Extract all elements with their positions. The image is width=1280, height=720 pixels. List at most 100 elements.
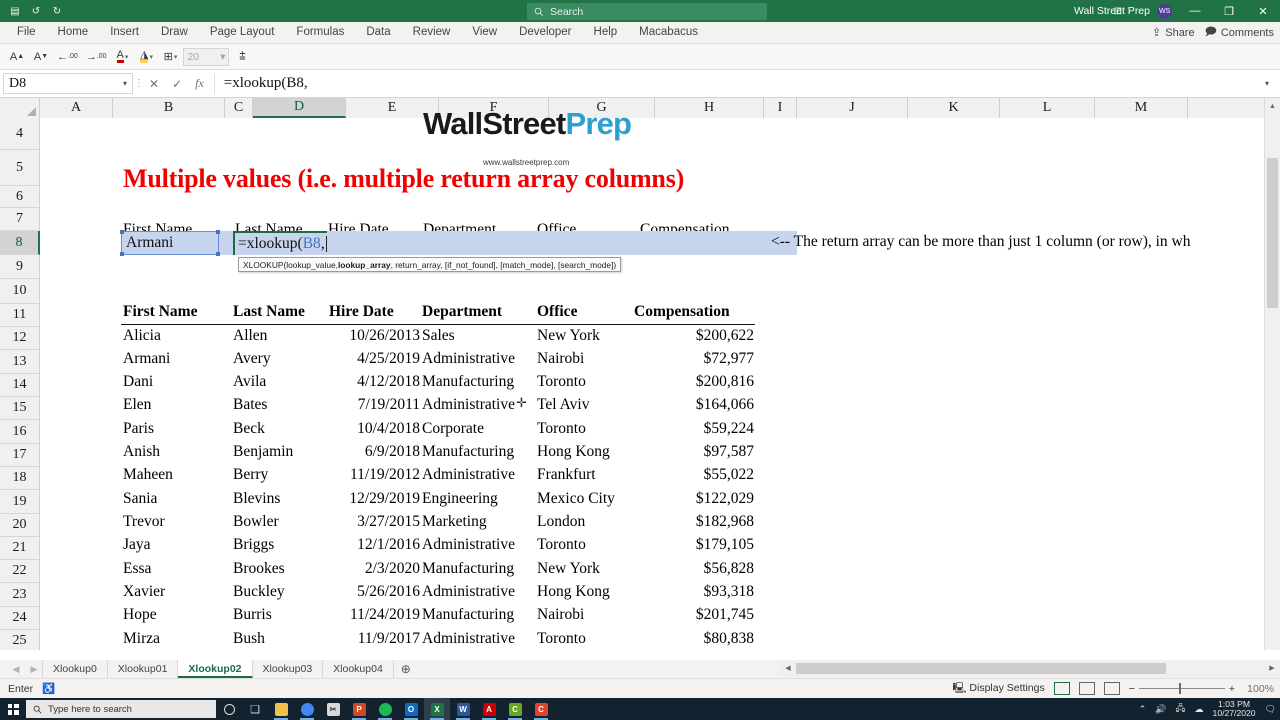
ribbon-tab-home[interactable]: Home: [47, 24, 100, 41]
next-sheet-icon[interactable]: ▶: [26, 664, 42, 675]
row-header-14[interactable]: 14: [0, 374, 40, 397]
column-header-h[interactable]: H: [655, 98, 764, 118]
row-header-20[interactable]: 20: [0, 514, 40, 537]
avatar[interactable]: WS: [1157, 3, 1172, 19]
page-break-view-button[interactable]: [1103, 682, 1120, 695]
restore-button[interactable]: ❐: [1212, 0, 1246, 22]
save-icon[interactable]: ▤: [8, 4, 22, 18]
spotify-icon[interactable]: [372, 698, 398, 720]
chevron-down-icon[interactable]: ▾: [123, 79, 127, 88]
outlook-icon[interactable]: O: [398, 698, 424, 720]
borders-button[interactable]: ⊞ ▾: [159, 46, 181, 68]
vertical-scrollbar[interactable]: ▲: [1264, 98, 1280, 650]
column-header-c[interactable]: C: [225, 98, 253, 118]
scroll-right-arrow-icon[interactable]: ▶: [1264, 661, 1280, 677]
formula-bar-grip[interactable]: ⋮: [133, 78, 145, 89]
column-header-i[interactable]: I: [764, 98, 797, 118]
row-header-17[interactable]: 17: [0, 444, 40, 467]
task-view-icon[interactable]: ❏: [242, 698, 268, 720]
insert-function-icon[interactable]: fx: [195, 76, 204, 91]
chevron-down-icon[interactable]: ▾: [220, 51, 225, 63]
ribbon-tab-insert[interactable]: Insert: [99, 24, 150, 41]
ribbon-tab-data[interactable]: Data: [355, 24, 401, 41]
start-button[interactable]: [0, 703, 26, 715]
row-header-21[interactable]: 21: [0, 537, 40, 560]
volume-icon[interactable]: 🔊: [1155, 704, 1166, 715]
minimize-button[interactable]: —: [1178, 0, 1212, 22]
undo-icon[interactable]: ↺: [29, 4, 43, 18]
ribbon-tab-file[interactable]: File: [6, 24, 47, 41]
shrink-font-button[interactable]: A ▼: [30, 46, 52, 68]
column-header-l[interactable]: L: [1000, 98, 1095, 118]
cell-b8[interactable]: Armani: [120, 230, 220, 255]
row-header-10[interactable]: 10: [0, 279, 40, 304]
network-icon[interactable]: 🖧: [1176, 701, 1186, 717]
page-layout-view-button[interactable]: [1078, 682, 1095, 695]
sheet-tab-xlookup01[interactable]: Xlookup01: [108, 660, 179, 678]
row-header-6[interactable]: 6: [0, 186, 40, 208]
chrome-icon[interactable]: [294, 698, 320, 720]
word-icon[interactable]: W: [450, 698, 476, 720]
camtasia-icon[interactable]: C: [502, 698, 528, 720]
column-header-k[interactable]: K: [908, 98, 1000, 118]
taskbar-clock[interactable]: 1:03 PM 10/27/2020: [1213, 699, 1256, 718]
sheet-tab-xlookup03[interactable]: Xlookup03: [253, 660, 324, 678]
zoom-out-button[interactable]: −: [1129, 683, 1135, 695]
decrease-decimal-button[interactable]: → .00: [83, 46, 110, 68]
cells-area[interactable]: WallStreetPrep www.wallstreetprep.com Mu…: [40, 106, 1280, 650]
font-size-input[interactable]: 20 ▾: [183, 47, 230, 66]
onedrive-icon[interactable]: ☁: [1195, 704, 1204, 715]
horizontal-scroll-track[interactable]: [796, 661, 1264, 677]
excel-icon[interactable]: X: [424, 698, 450, 720]
cell-d8-editing[interactable]: =xlookup(B8,: [233, 231, 327, 255]
ribbon-tab-page-layout[interactable]: Page Layout: [199, 24, 286, 41]
row-header-11[interactable]: 11: [0, 304, 40, 327]
column-header-j[interactable]: J: [797, 98, 908, 118]
name-box[interactable]: D8 ▾: [3, 73, 133, 94]
zoom-slider[interactable]: − +: [1129, 683, 1235, 695]
powerpoint-icon[interactable]: P: [346, 698, 372, 720]
more-options-button[interactable]: ⩲: [231, 46, 253, 68]
screentip-current-argument[interactable]: lookup_array: [338, 260, 391, 270]
scroll-left-arrow-icon[interactable]: ◀: [780, 661, 796, 677]
zoom-level[interactable]: 100%: [1244, 683, 1274, 695]
ribbon-tab-formulas[interactable]: Formulas: [285, 24, 355, 41]
cortana-icon[interactable]: [216, 698, 242, 720]
row-header-5[interactable]: 5: [0, 150, 40, 186]
row-header-16[interactable]: 16: [0, 420, 40, 444]
zoom-knob[interactable]: [1178, 683, 1181, 694]
row-header-25[interactable]: 25: [0, 630, 40, 650]
fill-color-button[interactable]: ◮ ▾: [135, 46, 157, 68]
row-header-4[interactable]: 4: [0, 118, 40, 150]
previous-sheet-icon[interactable]: ◀: [8, 664, 24, 675]
row-header-7[interactable]: 7: [0, 208, 40, 231]
enter-icon[interactable]: ✓: [172, 77, 182, 91]
ribbon-tab-draw[interactable]: Draw: [150, 24, 199, 41]
row-header-8[interactable]: 8: [0, 231, 40, 255]
row-header-15[interactable]: 15: [0, 397, 40, 420]
select-all-corner[interactable]: [0, 98, 40, 118]
horizontal-scroll-thumb[interactable]: [796, 663, 1166, 674]
horizontal-scrollbar[interactable]: ◀ ▶: [780, 661, 1280, 677]
grow-font-button[interactable]: A ▲: [6, 46, 28, 68]
sheet-tab-xlookup02[interactable]: Xlookup02: [178, 660, 253, 678]
normal-view-button[interactable]: [1053, 682, 1070, 695]
snipping-tool-icon[interactable]: ✂: [320, 698, 346, 720]
redo-icon[interactable]: ↻: [50, 4, 64, 18]
search-box[interactable]: Search: [527, 3, 767, 20]
row-header-13[interactable]: 13: [0, 350, 40, 374]
column-header-d[interactable]: D: [253, 98, 346, 118]
zoom-in-button[interactable]: +: [1229, 683, 1235, 695]
row-header-12[interactable]: 12: [0, 327, 40, 350]
close-button[interactable]: ✕: [1246, 0, 1280, 22]
ribbon-tab-macabacus[interactable]: Macabacus: [628, 24, 709, 41]
column-header-b[interactable]: B: [113, 98, 225, 118]
file-explorer-icon[interactable]: [268, 698, 294, 720]
display-settings-button[interactable]: 🖳 Display Settings: [952, 680, 1044, 698]
scroll-up-arrow-icon[interactable]: ▲: [1265, 98, 1280, 114]
show-hidden-icons-icon[interactable]: ⌃: [1139, 704, 1147, 715]
formula-input[interactable]: =xlookup(B8,: [215, 73, 1258, 94]
sheet-tab-xlookup0[interactable]: Xlookup0: [42, 660, 108, 678]
column-header-a[interactable]: A: [40, 98, 113, 118]
zoom-track[interactable]: [1138, 683, 1225, 694]
